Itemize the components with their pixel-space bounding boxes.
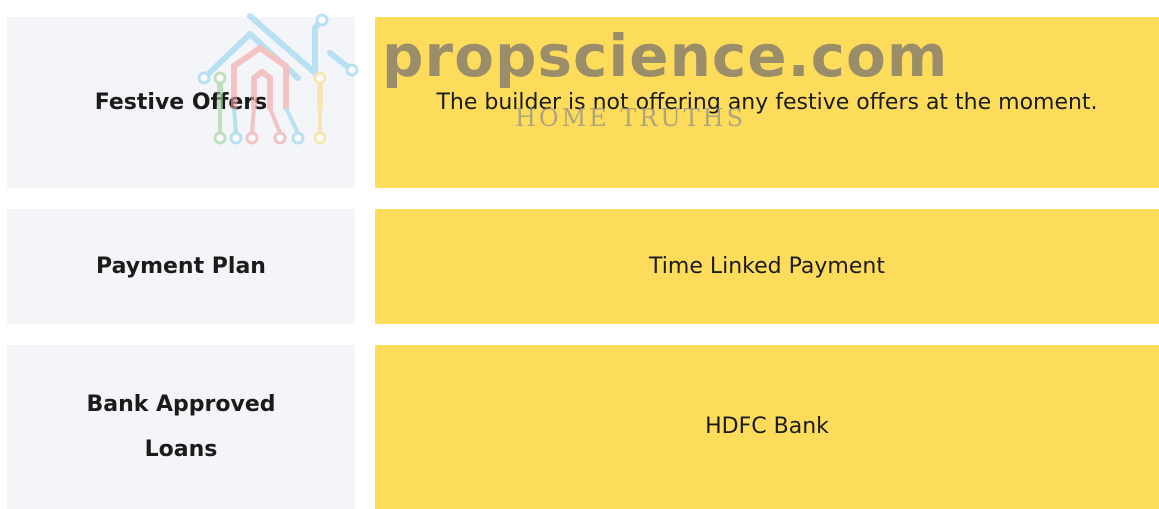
row-label-cell: Bank Approved Loans	[7, 345, 355, 509]
row-value: The builder is not offering any festive …	[436, 89, 1098, 115]
row-label: Bank Approved Loans	[86, 392, 276, 462]
row-label: Festive Offers	[94, 90, 268, 115]
row-value: HDFC Bank	[705, 414, 829, 439]
table-row: Festive Offers The builder is not offeri…	[7, 17, 1159, 188]
row-value: Time Linked Payment	[649, 253, 885, 279]
row-value-cell: Time Linked Payment	[375, 209, 1159, 324]
row-value-cell: The builder is not offering any festive …	[375, 17, 1159, 188]
row-label-cell: Payment Plan	[7, 209, 355, 324]
table-row: Payment Plan Time Linked Payment	[7, 209, 1159, 324]
row-label-cell: Festive Offers	[7, 17, 355, 188]
row-label: Payment Plan	[96, 254, 266, 279]
row-value-cell: HDFC Bank	[375, 345, 1159, 509]
table-row: Bank Approved Loans HDFC Bank	[7, 345, 1159, 509]
